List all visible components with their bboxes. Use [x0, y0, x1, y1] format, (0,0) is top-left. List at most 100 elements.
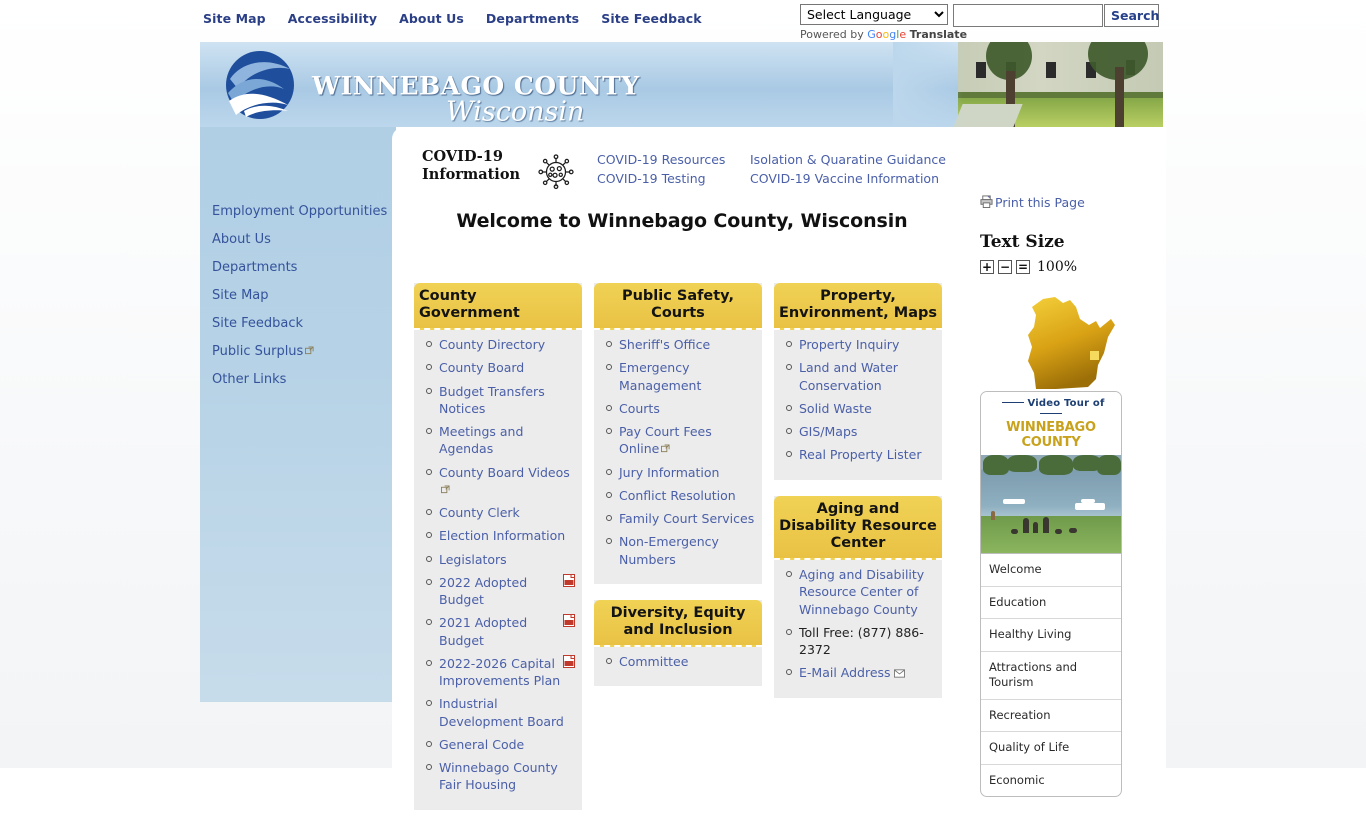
list-item: Election Information [421, 527, 575, 544]
right-sidebar: Print this Page Text Size + − = 100% Vid… [972, 127, 1166, 798]
link-county-board[interactable]: County Board [439, 360, 524, 375]
link-budget-transfers-notices[interactable]: Budget Transfers Notices [439, 384, 545, 416]
video-menu-item-healthy-living[interactable]: Healthy Living [981, 619, 1121, 652]
sidebar-nav: Employment Opportunities About Us Depart… [212, 204, 396, 401]
topnav-link-site-map[interactable]: Site Map [203, 11, 266, 26]
link-jury-information[interactable]: Jury Information [619, 465, 719, 480]
sidebar-item-label: Other Links [212, 371, 287, 387]
link-emergency-management[interactable]: Emergency Management [619, 360, 701, 392]
link-adrc-email-address[interactable]: E-Mail Address [799, 665, 891, 680]
wisconsin-state-map-icon [1028, 297, 1115, 389]
box-aging-disability-resource-center: Aging and Disability Resource Center Agi… [774, 495, 942, 698]
covid-information-banner: COVID-19 Information COVID-19 Resources [422, 148, 967, 194]
sidebar-item-about-us[interactable]: About Us [212, 231, 396, 248]
site-masthead: WINNEBAGO COUNTY Wisconsin [200, 42, 1163, 127]
link-family-court-services[interactable]: Family Court Services [619, 511, 754, 526]
sidebar-item-departments[interactable]: Departments [212, 260, 396, 276]
topnav-link-departments[interactable]: Departments [486, 11, 579, 26]
link-industrial-development-board[interactable]: Industrial Development Board [439, 696, 564, 728]
link-meetings-and-agendas[interactable]: Meetings and Agendas [439, 424, 523, 456]
list-item: 2022 Adopted Budget [421, 573, 575, 609]
list-item: 2022-2026 Capital Improvements Plan [421, 654, 575, 690]
link-election-information[interactable]: Election Information [439, 528, 565, 543]
link-real-property-lister[interactable]: Real Property Lister [799, 447, 921, 462]
link-solid-waste[interactable]: Solid Waste [799, 401, 872, 416]
list-item: Legislators [421, 551, 575, 568]
box-property-environment-maps: Property, Environment, Maps Property Inq… [774, 283, 942, 480]
link-county-clerk[interactable]: County Clerk [439, 505, 520, 520]
video-menu-item-attractions-and-tourism[interactable]: Attractions and Tourism [981, 652, 1121, 700]
link-non-emergency-numbers[interactable]: Non-Emergency Numbers [619, 534, 719, 566]
text-size-increase-button[interactable]: + [980, 260, 994, 274]
topnav-link-about-us[interactable]: About Us [399, 11, 464, 26]
text-size-decrease-button[interactable]: − [998, 260, 1012, 274]
sidebar-item-label: Site Map [212, 287, 269, 303]
link-dei-committee[interactable]: Committee [619, 654, 688, 669]
list-item: Solid Waste [781, 400, 935, 417]
link-fair-housing[interactable]: Winnebago County Fair Housing [439, 760, 558, 792]
adrc-toll-free-number: Toll Free: (877) 886-2372 [799, 624, 924, 658]
list-item: County Board Videos [421, 464, 575, 499]
sidebar-item-site-map[interactable]: Site Map [212, 287, 396, 304]
search-input[interactable] [953, 4, 1103, 27]
link-sheriffs-office[interactable]: Sheriff's Office [619, 337, 710, 352]
video-menu-item-economic[interactable]: Economic [981, 765, 1121, 797]
coronavirus-icon [538, 154, 574, 190]
link-land-and-water-conservation[interactable]: Land and Water Conservation [799, 360, 898, 392]
video-tour-thumbnail[interactable] [981, 455, 1121, 553]
video-menu-item-welcome[interactable]: Welcome [981, 554, 1121, 587]
link-general-code[interactable]: General Code [439, 737, 524, 752]
video-menu-item-education[interactable]: Education [981, 587, 1121, 620]
topnav-link-site-feedback[interactable]: Site Feedback [601, 11, 701, 26]
link-conflict-resolution[interactable]: Conflict Resolution [619, 488, 736, 503]
box-heading: County Government [414, 283, 582, 331]
print-page-row[interactable]: Print this Page [980, 195, 1085, 210]
language-select[interactable]: Select Language [800, 4, 948, 25]
link-gis-maps[interactable]: GIS/Maps [799, 424, 857, 439]
list-item: Industrial Development Board [421, 695, 575, 730]
link-adrc-winnebago-county[interactable]: Aging and Disability Resource Center of … [799, 567, 924, 617]
page-title: Welcome to Winnebago County, Wisconsin [456, 210, 908, 232]
list-item: Winnebago County Fair Housing [421, 759, 575, 794]
link-property-inquiry[interactable]: Property Inquiry [799, 337, 899, 352]
list-item: Toll Free: (877) 886-2372 [781, 624, 935, 659]
winnebago-wave-logo-icon [226, 51, 294, 119]
covid-link-isolation-guidance[interactable]: Isolation & Quaratine Guidance [750, 150, 970, 169]
link-legislators[interactable]: Legislators [439, 552, 507, 567]
sidebar-item-public-surplus[interactable]: Public Surplus [212, 343, 396, 360]
sidebar-item-other-links[interactable]: Other Links [212, 371, 396, 388]
sidebar-item-label: Public Surplus [212, 343, 304, 359]
video-menu-item-recreation[interactable]: Recreation [981, 700, 1121, 733]
text-size-reset-button[interactable]: = [1016, 260, 1030, 274]
covid-link-vaccine-information[interactable]: COVID-19 Vaccine Information [750, 169, 970, 188]
link-county-board-videos[interactable]: County Board Videos [439, 465, 570, 480]
topnav-link-accessibility[interactable]: Accessibility [288, 11, 377, 26]
sidebar-item-site-feedback[interactable]: Site Feedback [212, 316, 396, 332]
box-body: County Directory County Board Budget Tra… [414, 330, 582, 810]
sidebar-item-employment-opportunities[interactable]: Employment Opportunities [212, 204, 396, 220]
link-2021-adopted-budget[interactable]: 2021 Adopted Budget [439, 615, 527, 647]
video-menu-item-quality-of-life[interactable]: Quality of Life [981, 732, 1121, 765]
list-item: Sheriff's Office [601, 336, 755, 353]
sidebar-item-label: About Us [212, 231, 271, 247]
link-county-directory[interactable]: County Directory [439, 337, 545, 352]
link-2022-adopted-budget[interactable]: 2022 Adopted Budget [439, 575, 527, 607]
link-capital-improvements-plan[interactable]: 2022-2026 Capital Improvements Plan [439, 656, 560, 688]
list-item: Family Court Services [601, 510, 755, 527]
list-item: Meetings and Agendas [421, 423, 575, 458]
list-item: Pay Court Fees Online [601, 423, 755, 458]
powered-by-google-translate: Powered by Google Translate [800, 28, 1120, 41]
pdf-icon [563, 654, 575, 668]
list-item: County Board [421, 359, 575, 376]
print-this-page-link[interactable]: Print this Page [995, 195, 1085, 210]
search-button[interactable]: Search [1104, 4, 1159, 27]
list-item: Conflict Resolution [601, 487, 755, 504]
list-item: Budget Transfers Notices [421, 383, 575, 418]
box-public-safety-courts: Public Safety, Courts Sheriff's Office E… [594, 283, 762, 584]
covid-link-resources[interactable]: COVID-19 Resources [597, 150, 752, 169]
sidebar-item-label: Employment Opportunities [212, 204, 388, 219]
covid-link-testing[interactable]: COVID-19 Testing [597, 169, 752, 188]
box-body: Aging and Disability Resource Center of … [774, 560, 942, 698]
link-courts[interactable]: Courts [619, 401, 660, 416]
left-sidebar: Employment Opportunities About Us Depart… [200, 127, 396, 702]
